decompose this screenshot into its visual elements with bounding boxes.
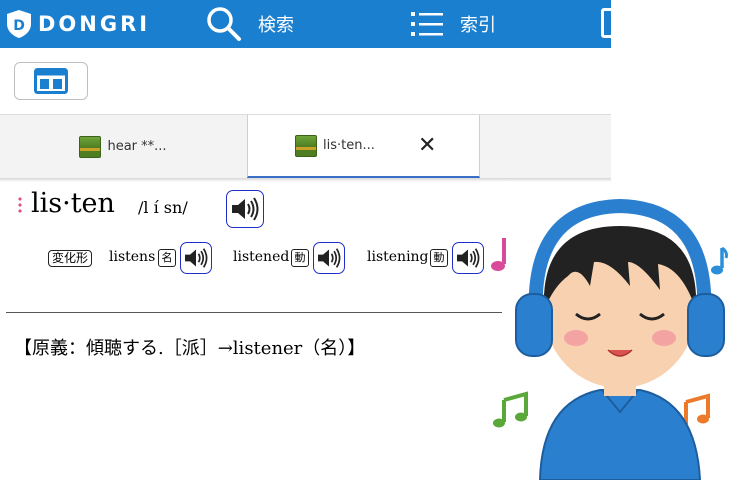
inflection-word: listened — [233, 249, 290, 265]
play-audio-button[interactable] — [180, 242, 212, 274]
headword: lis·ten — [31, 188, 115, 219]
index-button[interactable]: 索引 — [410, 6, 496, 42]
part-of-speech-badge: 名 — [158, 249, 176, 267]
part-of-speech-badge: 動 — [291, 249, 309, 267]
play-audio-button[interactable] — [226, 190, 264, 228]
dongri-logo[interactable]: D DONGRI — [6, 9, 150, 39]
entry-marker-icon — [18, 196, 22, 214]
inflection-word: listens — [109, 249, 156, 265]
toolbar — [0, 48, 611, 114]
svg-text:D: D — [13, 18, 25, 34]
tab-bar: hear **... lis·ten... ✕ — [0, 114, 611, 178]
shield-logo-icon: D — [7, 10, 31, 38]
layout-toggle-button[interactable] — [14, 62, 88, 100]
speaker-icon — [185, 248, 208, 268]
search-button[interactable]: 検索 — [206, 6, 294, 42]
dictionary-book-icon — [79, 135, 102, 158]
speaker-icon — [318, 248, 341, 268]
music-note-icon — [493, 391, 528, 428]
dictionary-book-icon — [295, 134, 317, 157]
tab-hear[interactable]: hear **... — [0, 115, 246, 178]
music-note-icon — [711, 246, 728, 275]
tab-listen[interactable]: lis·ten... ✕ — [247, 115, 480, 178]
pronunciation: /l ı́ sn/ — [138, 198, 188, 217]
inflection-word: listening — [367, 249, 429, 265]
split-view-icon — [34, 68, 68, 94]
top-navigation-bar: D DONGRI 検索 索引 — [0, 0, 619, 48]
list-icon — [411, 12, 443, 36]
speaker-icon — [457, 248, 480, 268]
search-icon — [207, 7, 241, 41]
window-icon[interactable] — [601, 8, 619, 38]
part-of-speech-badge: 動 — [430, 249, 448, 267]
speaker-icon — [232, 197, 259, 221]
tab-label: lis·ten... — [323, 138, 375, 153]
search-label: 検索 — [258, 15, 294, 36]
tab-label: hear **... — [107, 139, 167, 154]
play-audio-button[interactable] — [313, 242, 345, 274]
inflection-badge: 変化形 — [48, 250, 93, 267]
listening-person-illustration — [491, 198, 728, 480]
music-note-icon — [491, 238, 506, 271]
play-audio-button[interactable] — [452, 242, 484, 274]
index-label: 索引 — [460, 15, 496, 36]
divider — [6, 312, 502, 313]
etymology-text: 【原義：傾聴する.［派］→listener（名）】 — [14, 338, 366, 359]
logo-text: DONGRI — [38, 12, 151, 36]
close-tab-icon[interactable]: ✕ — [418, 133, 436, 158]
